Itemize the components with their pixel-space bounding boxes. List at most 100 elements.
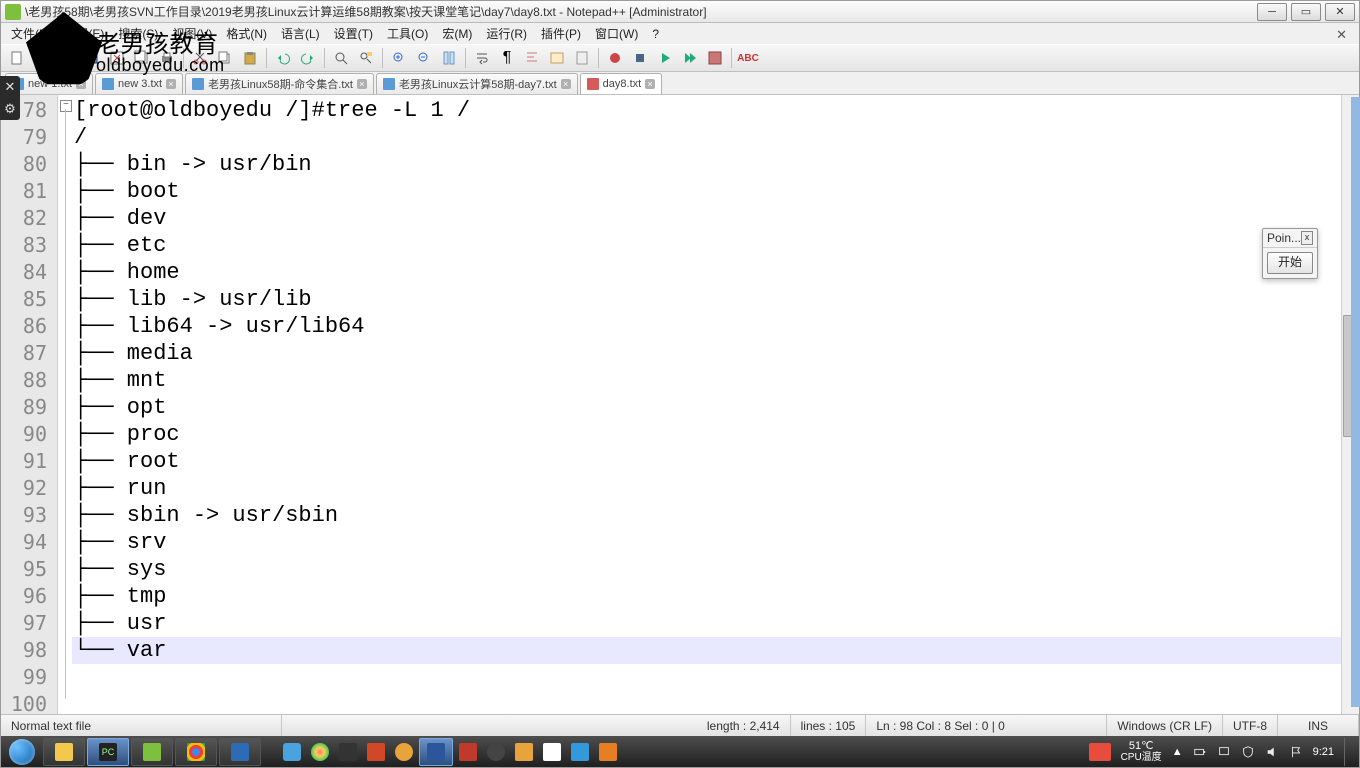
task-app8[interactable] bbox=[483, 739, 509, 765]
macro-save-icon[interactable] bbox=[703, 46, 727, 70]
menubar-close-icon[interactable]: ✕ bbox=[1330, 25, 1353, 45]
tab-close-icon[interactable]: × bbox=[357, 79, 367, 89]
menu-encoding[interactable]: 格式(N) bbox=[220, 23, 273, 44]
text-line[interactable]: ├── lib64 -> usr/lib64 bbox=[72, 313, 1341, 340]
text-content[interactable]: − [root@oldboyedu /]#tree -L 1 //├── bin… bbox=[58, 95, 1341, 714]
status-eol[interactable]: Windows (CR LF) bbox=[1107, 715, 1223, 736]
menu-search[interactable]: 搜索(S) bbox=[112, 23, 164, 44]
menu-settings[interactable]: 设置(T) bbox=[328, 23, 379, 44]
macro-play-icon[interactable] bbox=[653, 46, 677, 70]
document-tab[interactable]: 老男孩Linux云计算58期-day7.txt× bbox=[376, 73, 578, 94]
spellcheck-icon[interactable]: ABC bbox=[736, 46, 760, 70]
menu-macro[interactable]: 宏(M) bbox=[436, 23, 478, 44]
minimize-button[interactable]: ─ bbox=[1257, 3, 1287, 21]
close-all-icon[interactable] bbox=[130, 46, 154, 70]
indent-guide-icon[interactable] bbox=[520, 46, 544, 70]
network-icon[interactable] bbox=[1217, 745, 1231, 759]
macro-play-multi-icon[interactable] bbox=[678, 46, 702, 70]
menu-window[interactable]: 窗口(W) bbox=[589, 23, 644, 44]
redo-icon[interactable] bbox=[296, 46, 320, 70]
replace-icon[interactable] bbox=[354, 46, 378, 70]
text-line[interactable]: ├── mnt bbox=[72, 367, 1341, 394]
fold-toggle-icon[interactable]: − bbox=[60, 100, 72, 112]
paste-icon[interactable] bbox=[238, 46, 262, 70]
text-line[interactable]: ├── media bbox=[72, 340, 1341, 367]
task-explorer[interactable] bbox=[43, 738, 85, 766]
task-vbox[interactable] bbox=[219, 738, 261, 766]
cut-icon[interactable] bbox=[188, 46, 212, 70]
save-all-icon[interactable] bbox=[80, 46, 104, 70]
text-line[interactable]: ├── home bbox=[72, 259, 1341, 286]
overlay-scrollbar[interactable] bbox=[1351, 97, 1360, 707]
menu-tools[interactable]: 工具(O) bbox=[381, 23, 434, 44]
task-powerpoint[interactable] bbox=[363, 739, 389, 765]
open-file-icon[interactable] bbox=[30, 46, 54, 70]
close-file-icon[interactable] bbox=[105, 46, 129, 70]
text-line[interactable]: ├── sys bbox=[72, 556, 1341, 583]
find-icon[interactable] bbox=[329, 46, 353, 70]
sync-v-icon[interactable] bbox=[437, 46, 461, 70]
text-line[interactable]: ├── srv bbox=[72, 529, 1341, 556]
zoom-out-icon[interactable] bbox=[412, 46, 436, 70]
ime-icon[interactable] bbox=[1089, 743, 1111, 761]
document-tab[interactable]: new 3.txt× bbox=[95, 73, 183, 94]
menu-help[interactable]: ? bbox=[646, 25, 665, 43]
text-line[interactable]: ├── sbin -> usr/sbin bbox=[72, 502, 1341, 529]
shield-icon[interactable] bbox=[1241, 745, 1255, 759]
text-line[interactable]: ├── run bbox=[72, 475, 1341, 502]
battery-icon[interactable] bbox=[1193, 745, 1207, 759]
task-chrome[interactable] bbox=[175, 738, 217, 766]
text-line[interactable] bbox=[72, 664, 1341, 691]
status-ins[interactable]: INS bbox=[1278, 715, 1359, 736]
document-tab[interactable]: day8.txt× bbox=[580, 73, 663, 94]
menu-run[interactable]: 运行(R) bbox=[480, 23, 533, 44]
new-file-icon[interactable] bbox=[5, 46, 29, 70]
text-line[interactable]: ├── opt bbox=[72, 394, 1341, 421]
task-app7[interactable] bbox=[455, 739, 481, 765]
task-pycharm[interactable]: PC bbox=[87, 738, 129, 766]
start-button[interactable] bbox=[3, 738, 41, 766]
volume-icon[interactable] bbox=[1265, 745, 1279, 759]
document-tab[interactable]: 老男孩Linux58期-命令集合.txt× bbox=[185, 73, 374, 94]
menu-file[interactable]: 文件(F) bbox=[5, 23, 56, 44]
macro-stop-icon[interactable] bbox=[628, 46, 652, 70]
text-line[interactable]: ├── root bbox=[72, 448, 1341, 475]
macro-toolbar-close-icon[interactable]: x bbox=[1301, 231, 1313, 245]
text-line[interactable]: / bbox=[72, 124, 1341, 151]
text-line[interactable] bbox=[72, 691, 1341, 714]
save-icon[interactable] bbox=[55, 46, 79, 70]
task-word[interactable] bbox=[419, 738, 453, 766]
tab-close-icon[interactable]: × bbox=[645, 79, 655, 89]
print-icon[interactable] bbox=[155, 46, 179, 70]
task-notepadpp[interactable] bbox=[131, 738, 173, 766]
flag-icon[interactable] bbox=[1289, 745, 1303, 759]
menu-view[interactable]: 视图(V) bbox=[166, 23, 218, 44]
text-line[interactable]: ├── tmp bbox=[72, 583, 1341, 610]
menu-plugins[interactable]: 插件(P) bbox=[535, 23, 587, 44]
status-encoding[interactable]: UTF-8 bbox=[1223, 715, 1278, 736]
undo-icon[interactable] bbox=[271, 46, 295, 70]
text-line[interactable]: ├── dev bbox=[72, 205, 1341, 232]
lang-icon[interactable] bbox=[545, 46, 569, 70]
fold-margin[interactable]: − bbox=[58, 95, 72, 714]
text-line[interactable]: ├── etc bbox=[72, 232, 1341, 259]
task-app10[interactable] bbox=[539, 739, 565, 765]
text-line[interactable]: ├── proc bbox=[72, 421, 1341, 448]
tray-up-icon[interactable]: ▲ bbox=[1172, 746, 1183, 758]
tray-clock[interactable]: 9:21 bbox=[1313, 746, 1334, 758]
side-close-icon[interactable]: ✕ bbox=[5, 79, 16, 95]
task-app1[interactable] bbox=[279, 739, 305, 765]
task-paint[interactable] bbox=[307, 739, 333, 765]
task-app5[interactable] bbox=[391, 739, 417, 765]
macro-start-button[interactable]: 开始 bbox=[1267, 252, 1313, 274]
text-line[interactable]: └── var bbox=[72, 637, 1341, 664]
macro-toolbar-floating[interactable]: Poin... x 开始 bbox=[1262, 228, 1318, 279]
close-button[interactable]: ✕ bbox=[1325, 3, 1355, 21]
task-app3[interactable] bbox=[335, 739, 361, 765]
menu-lang[interactable]: 语言(L) bbox=[275, 23, 326, 44]
side-panel-tab[interactable]: ✕ ⚙ bbox=[0, 76, 20, 120]
tab-close-icon[interactable]: × bbox=[166, 79, 176, 89]
text-line[interactable]: ├── boot bbox=[72, 178, 1341, 205]
maximize-button[interactable]: ▭ bbox=[1291, 3, 1321, 21]
wordwrap-icon[interactable] bbox=[470, 46, 494, 70]
